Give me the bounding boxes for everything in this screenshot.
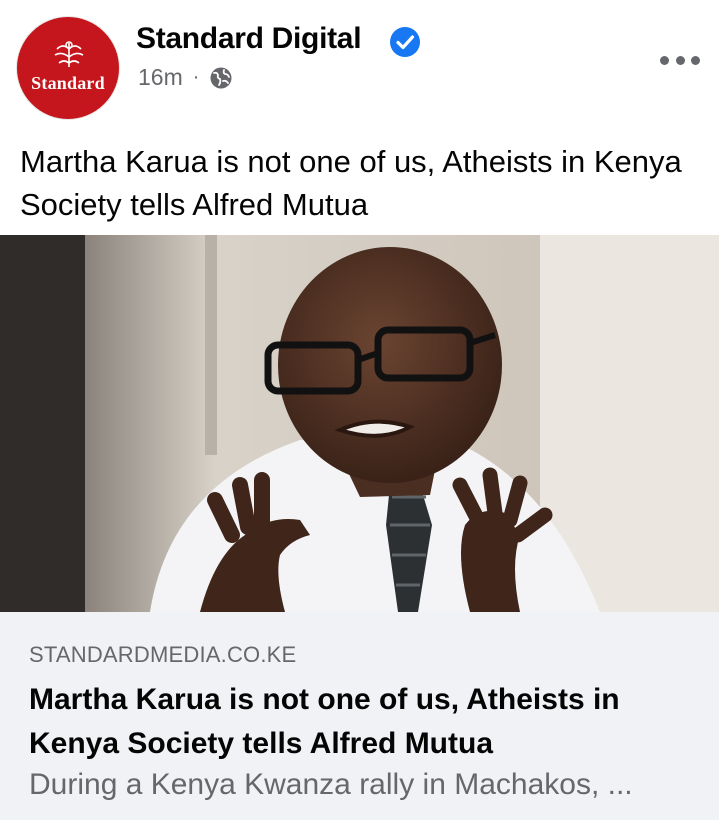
crest-logo-icon bbox=[54, 41, 84, 67]
post-meta: 16m · bbox=[138, 64, 233, 91]
link-title[interactable]: Martha Karua is not one of us, Atheists … bbox=[29, 678, 699, 766]
link-domain: STANDARDMEDIA.CO.KE bbox=[29, 642, 297, 667]
verified-badge-icon bbox=[390, 27, 420, 57]
link-preview-card[interactable]: STANDARDMEDIA.CO.KE Martha Karua is not … bbox=[0, 612, 719, 820]
page-avatar[interactable]: Standard bbox=[16, 16, 120, 120]
post-header: Standard Standard Digital 16m · bbox=[0, 0, 719, 130]
post-text: Martha Karua is not one of us, Atheists … bbox=[20, 144, 682, 222]
avatar-wordmark: Standard bbox=[31, 73, 105, 93]
meta-separator: · bbox=[192, 66, 200, 88]
more-dot-icon bbox=[691, 55, 700, 65]
more-dot-icon bbox=[660, 55, 669, 65]
portrait-photo bbox=[0, 235, 719, 612]
post-timestamp[interactable]: 16m bbox=[138, 64, 183, 91]
more-options-button[interactable] bbox=[660, 50, 700, 70]
link-preview-image[interactable] bbox=[0, 235, 719, 612]
more-dot-icon bbox=[675, 55, 685, 65]
page-name[interactable]: Standard Digital bbox=[136, 22, 362, 56]
link-description: During a Kenya Kwanza rally in Machakos,… bbox=[29, 768, 633, 801]
globe-icon[interactable] bbox=[209, 66, 233, 90]
